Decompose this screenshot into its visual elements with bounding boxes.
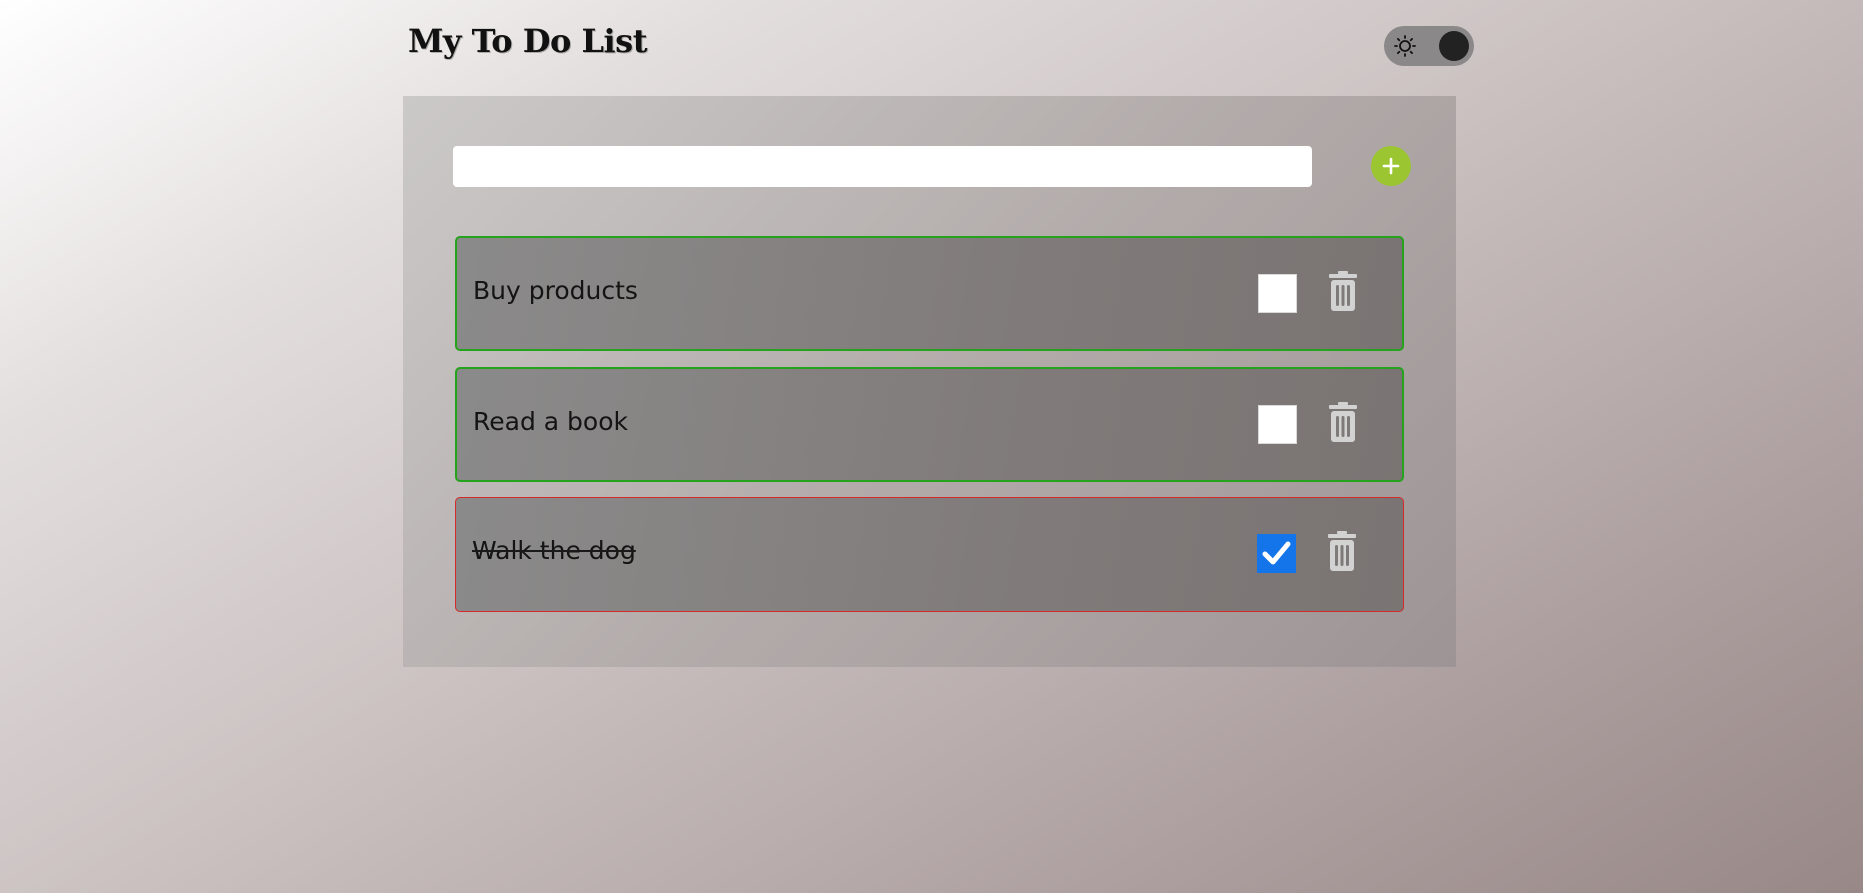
task-text: Buy products [473,276,638,305]
toggle-knob[interactable] [1439,31,1469,61]
add-task-button[interactable] [1371,146,1411,186]
app-title: My To Do List [408,22,647,60]
task-item: Buy products [455,236,1404,351]
plus-icon [1382,157,1400,175]
trash-icon[interactable] [1327,402,1359,442]
task-checkbox[interactable] [1258,274,1297,313]
task-item: Read a book [455,367,1404,482]
new-task-input[interactable] [453,146,1312,187]
checkmark-icon [1262,541,1291,565]
trash-icon[interactable] [1326,531,1358,571]
task-item: Walk the dog [455,497,1404,612]
task-text: Read a book [473,407,628,436]
todo-panel: Buy products Read a book Walk the dog [403,96,1456,667]
task-checkbox[interactable] [1257,534,1296,573]
theme-toggle[interactable] [1384,26,1474,66]
trash-icon[interactable] [1327,271,1359,311]
sun-icon [1394,35,1416,57]
task-text: Walk the dog [472,536,636,565]
task-checkbox[interactable] [1258,405,1297,444]
